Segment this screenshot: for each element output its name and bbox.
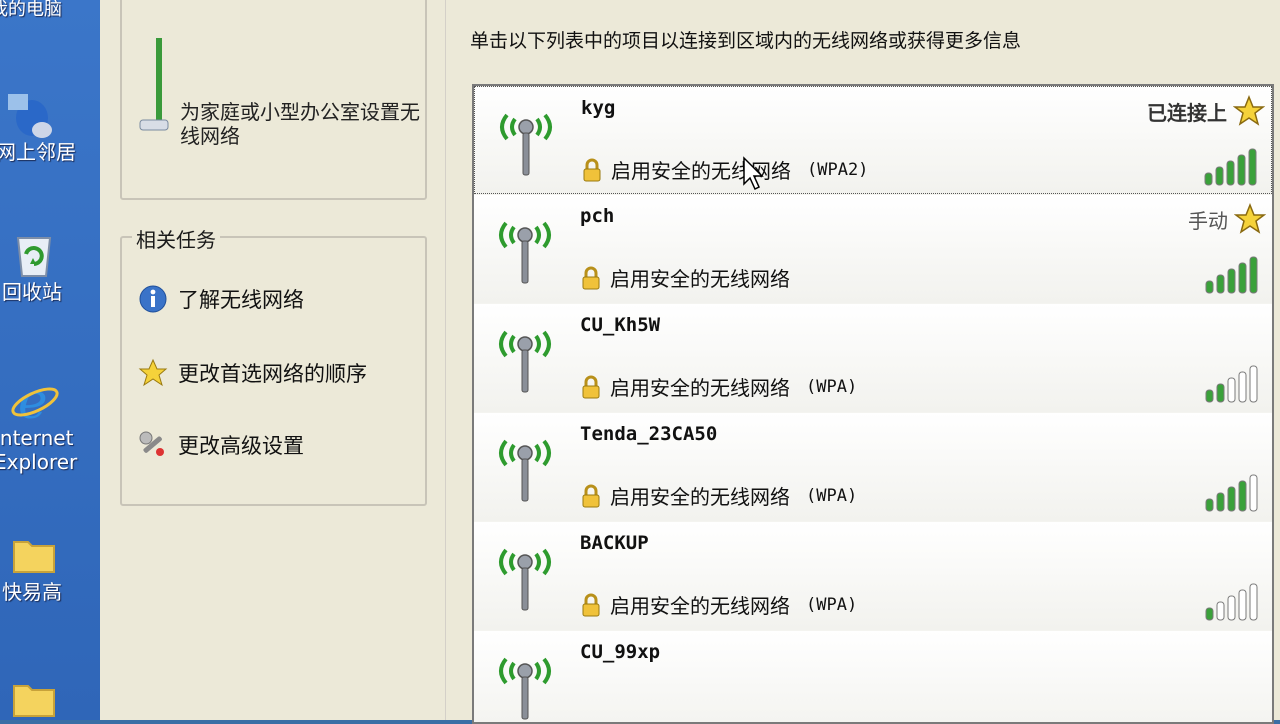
wireless-antenna-icon	[499, 657, 551, 720]
preferred-star-icon	[1234, 203, 1266, 234]
network-security: 启用安全的无线网络 (WPA)	[580, 481, 857, 510]
network-places-icon	[8, 94, 52, 138]
lock-icon	[582, 593, 600, 616]
related-tasks-group: 相关任务 了解无线网络 更改首选网络的顺序 更改高级设置	[120, 224, 427, 506]
signal-strength-icon	[1205, 583, 1258, 621]
signal-strength-icon	[1204, 148, 1257, 186]
connection-status: 已连接上	[1147, 101, 1227, 125]
wireless-network-connection-window: 为家庭或小型办公室设置无线网络 相关任务 了解无线网络 更改首选网络的顺序 更改…	[100, 0, 1280, 724]
task-label: 更改首选网络的顺序	[178, 362, 367, 386]
wireless-network-list[interactable]: kyg 启用安全的无线网络 (WPA2) 已连接上 pch 启用安全的无线网络 手动 CU_K…	[472, 84, 1274, 724]
network-row[interactable]: BACKUP 启用安全的无线网络 (WPA)	[474, 522, 1272, 630]
network-ssid: Tenda_23CA50	[580, 423, 718, 445]
network-row[interactable]: Tenda_23CA50 启用安全的无线网络 (WPA)	[474, 413, 1272, 521]
task-learn-wireless[interactable]: 了解无线网络	[138, 284, 304, 314]
security-text: 启用安全的无线网络	[611, 159, 791, 183]
security-mode: (WPA2)	[807, 159, 869, 180]
desktop-icons-strip: 我的电脑 网上邻居 回收站 e Internet Explorer 快易高	[0, 0, 100, 720]
network-ssid: CU_99xp	[580, 641, 661, 663]
connection-status: 手动	[1188, 209, 1228, 233]
wireless-antenna-icon	[499, 439, 551, 502]
network-tasks-pane: 为家庭或小型办公室设置无线网络 相关任务 了解无线网络 更改首选网络的顺序 更改…	[100, 0, 446, 720]
security-text: 启用安全的无线网络	[610, 594, 790, 618]
lock-icon	[583, 158, 601, 181]
security-text: 启用安全的无线网络	[610, 376, 790, 400]
recycle-bin-icon	[16, 237, 52, 277]
wireless-antenna-icon	[499, 548, 551, 611]
instruction-text: 单击以下列表中的项目以连接到区域内的无线网络或获得更多信息	[470, 30, 1022, 52]
network-list-pane: 单击以下列表中的项目以连接到区域内的无线网络或获得更多信息 kyg 启用安全的无线…	[446, 0, 1280, 724]
desktop-icon-label: Internet Explorer	[0, 426, 78, 474]
network-security: 启用安全的无线网络 (WPA)	[580, 372, 857, 401]
wireless-antenna-icon	[499, 221, 551, 284]
lock-icon	[582, 375, 600, 398]
desktop-icon-label: 回收站	[2, 280, 62, 304]
lock-icon	[582, 484, 600, 507]
lock-icon	[582, 266, 600, 289]
network-security: 启用安全的无线网络 (WPA2)	[581, 155, 868, 184]
network-row[interactable]: pch 启用安全的无线网络 手动	[474, 195, 1272, 303]
security-mode: (WPA)	[806, 376, 858, 397]
desktop-icon-network-places[interactable]: 网上邻居	[0, 88, 100, 164]
wireless-antenna-icon	[499, 330, 551, 393]
network-row[interactable]: kyg 启用安全的无线网络 (WPA2) 已连接上	[474, 86, 1272, 194]
task-change-advanced-settings[interactable]: 更改高级设置	[138, 430, 304, 460]
setup-wireless-network-link[interactable]: 为家庭或小型办公室设置无线网络	[180, 100, 420, 148]
signal-strength-icon	[1205, 365, 1258, 403]
security-text: 启用安全的无线网络	[610, 485, 790, 509]
task-change-preferred-order[interactable]: 更改首选网络的顺序	[138, 358, 367, 388]
related-tasks-title: 相关任务	[132, 224, 220, 253]
network-ssid: CU_Kh5W	[580, 314, 661, 336]
folder-icon	[13, 685, 55, 717]
network-security: 启用安全的无线网络 (WPA)	[580, 590, 857, 619]
preferred-star-icon	[1233, 95, 1265, 126]
network-row[interactable]: CU_Kh5W 启用安全的无线网络 (WPA)	[474, 304, 1272, 412]
security-mode: (WPA)	[806, 594, 858, 615]
mouse-cursor-icon	[743, 156, 764, 191]
network-ssid: kyg	[581, 97, 616, 119]
desktop-icon-label: 快易高	[2, 580, 62, 604]
info-icon	[139, 285, 167, 313]
task-label: 更改高级设置	[178, 434, 304, 458]
signal-strength-icon	[1205, 474, 1258, 512]
security-text: 启用安全的无线网络	[610, 267, 790, 291]
security-mode: (WPA)	[806, 485, 858, 506]
star-icon	[138, 358, 168, 387]
desktop-icon-label: 网上邻居	[0, 140, 76, 164]
network-tasks-group: 为家庭或小型办公室设置无线网络	[120, 0, 427, 200]
network-ssid: pch	[580, 205, 615, 227]
desktop-icon-recycle-bin[interactable]: 回收站	[0, 228, 100, 304]
desktop-icon-folder[interactable]: 快易高	[0, 528, 100, 604]
desktop-icon-my-computer[interactable]: 我的电脑	[0, 0, 100, 22]
task-label: 了解无线网络	[178, 288, 304, 312]
internet-explorer-icon: e	[11, 374, 59, 426]
network-security: 启用安全的无线网络	[580, 263, 790, 292]
desktop-icon-label: 我的电脑	[0, 0, 62, 20]
wireless-setup-icon	[139, 38, 169, 131]
folder-icon	[13, 541, 55, 573]
network-ssid: BACKUP	[580, 532, 649, 554]
wireless-antenna-icon	[500, 113, 552, 176]
wrench-icon	[139, 431, 164, 456]
desktop-icon-internet-explorer[interactable]: e Internet Explorer	[0, 374, 100, 474]
signal-strength-icon	[1205, 256, 1258, 294]
desktop-icon-folder-2[interactable]	[0, 672, 100, 724]
network-row[interactable]: CU_99xp	[474, 631, 1272, 722]
